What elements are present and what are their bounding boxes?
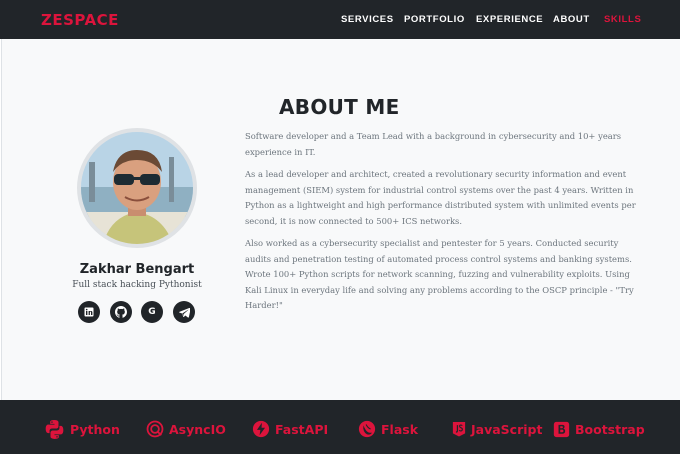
avatar (77, 128, 197, 248)
flask-icon (358, 420, 376, 438)
skill-asyncio-label: AsyncIO (169, 421, 226, 437)
nav-link-portfolio[interactable]: PORTFOLIO (404, 14, 465, 25)
nav-link-skills[interactable]: SKILLS (604, 14, 641, 25)
skill-flask-label: Flask (381, 421, 419, 437)
bootstrap-icon (553, 421, 570, 437)
skill-python-label: Python (70, 421, 120, 437)
skills-strip: Python AsyncIO FastAPI Flask JavaScript (0, 400, 680, 454)
fastapi-icon (252, 420, 270, 438)
asyncio-icon (146, 420, 164, 438)
javascript-icon (452, 422, 466, 437)
profile-name: Zakhar Bengart (79, 262, 195, 277)
navbar: ZESPACE SERVICES PORTFOLIO EXPERIENCE AB… (0, 0, 680, 39)
skill-bootstrap-label: Bootstrap (575, 421, 645, 437)
linkedin-glyph (84, 307, 94, 317)
skill-python: Python (44, 418, 120, 440)
about-paragraph-3: Also worked as a cybersecurity specialis… (245, 238, 634, 310)
skill-javascript: JavaScript (452, 418, 542, 440)
skill-bootstrap: Bootstrap (553, 418, 645, 440)
python-icon (45, 419, 64, 439)
linkedin-icon[interactable] (78, 301, 100, 323)
skill-asyncio: AsyncIO (146, 418, 226, 440)
about-title: ABOUT ME (279, 95, 400, 119)
github-glyph (115, 306, 127, 318)
telegram-glyph (178, 307, 190, 318)
about-paragraph-1: Software developer and a Team Lead with … (245, 131, 622, 157)
skill-flask: Flask (358, 418, 418, 440)
profile-tagline: Full stack hacking Pythonist (72, 280, 202, 290)
github-icon[interactable] (110, 301, 132, 323)
avatar-photo (81, 132, 193, 244)
skill-javascript-label: JavaScript (471, 421, 543, 437)
telegram-icon[interactable] (173, 301, 195, 323)
nav-link-about[interactable]: ABOUT (553, 14, 590, 25)
skill-fastapi: FastAPI (252, 418, 328, 440)
skill-fastapi-label: FastAPI (275, 421, 329, 437)
nav-link-experience[interactable]: EXPERIENCE (476, 14, 543, 25)
nav-link-services[interactable]: SERVICES (341, 14, 394, 25)
about-paragraph-2: As a lead developer and architect, creat… (245, 169, 636, 226)
google-glyph: G (148, 307, 156, 317)
google-icon[interactable]: G (141, 301, 163, 323)
brand-logo[interactable]: ZESPACE (41, 11, 119, 29)
